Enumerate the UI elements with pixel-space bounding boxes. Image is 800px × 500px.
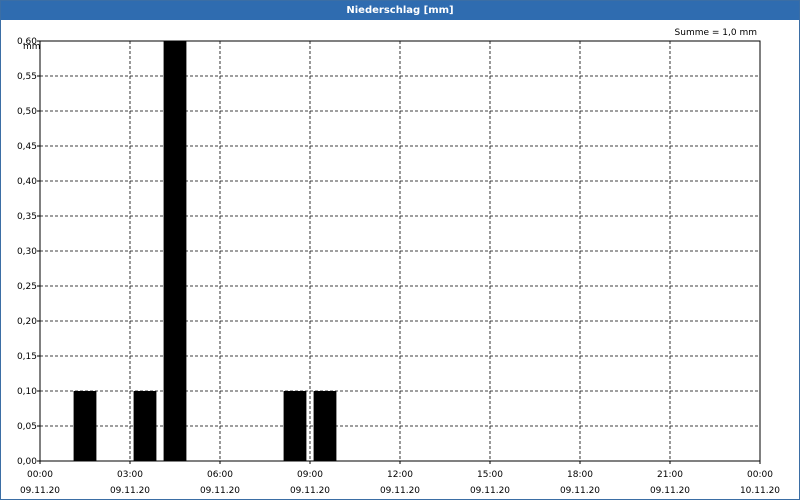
x-tick-date: 09.11.20	[20, 486, 60, 496]
y-tick-label: 0,55	[17, 72, 37, 82]
y-tick-label: 0,30	[17, 247, 37, 257]
y-tick-label: 0,10	[17, 387, 37, 397]
x-tick-time: 21:00	[657, 470, 683, 480]
x-tick-date: 09.11.20	[200, 486, 240, 496]
y-tick-labels: 0,00 0,05 0,10 0,15 0,20 0,25 0,30 0,35 0,40 0,45…	[17, 37, 37, 467]
y-tick-label: 0,25	[17, 282, 37, 292]
precipitation-bar	[283, 391, 307, 461]
y-tick-label: 0,05	[17, 422, 37, 432]
precipitation-bar	[73, 391, 97, 461]
y-tick-label: 0,50	[17, 107, 37, 117]
x-tick-date: 09.11.20	[470, 486, 510, 496]
x-tick-time: 18:00	[567, 470, 593, 480]
x-tick-labels: 00:00 09.11.20 03:00 09.11.20 06:00 09.11.20 0…	[20, 470, 780, 496]
x-tick-time: 00:00	[27, 470, 53, 480]
x-tick-time: 15:00	[477, 470, 503, 480]
x-tick-time: 03:00	[117, 470, 143, 480]
x-tick-date: 09.11.20	[290, 486, 330, 496]
x-tick-time: 09:00	[297, 470, 323, 480]
y-tick-label: 0,20	[17, 317, 37, 327]
y-tick-label: 0,35	[17, 212, 37, 222]
y-tick-label: 0,40	[17, 177, 37, 187]
x-tick-time: 00:00	[747, 470, 773, 480]
x-tick-time: 12:00	[387, 470, 413, 480]
y-tick-label: 0,00	[17, 457, 37, 467]
x-tick-date: 09.11.20	[380, 486, 420, 496]
x-tick-time: 06:00	[207, 470, 233, 480]
precipitation-bar	[133, 391, 157, 461]
x-tick-date: 09.11.20	[560, 486, 600, 496]
chart-window: Niederschlag [mm] mm Summe = 1,0 mm 0,00…	[0, 0, 800, 500]
x-tick-date: 09.11.20	[650, 486, 690, 496]
x-tick-date: 10.11.20	[740, 486, 780, 496]
x-tick-date: 09.11.20	[110, 486, 150, 496]
y-tick-label: 0,45	[17, 142, 37, 152]
y-tick-label: 0,15	[17, 352, 37, 362]
precipitation-bar	[163, 41, 187, 461]
precipitation-chart: mm Summe = 1,0 mm 0,000,050,100,150,200,…	[17, 28, 780, 496]
y-tick-label: 0,60	[17, 37, 37, 47]
sum-annotation: Summe = 1,0 mm	[675, 28, 757, 38]
precipitation-bar	[313, 391, 337, 461]
